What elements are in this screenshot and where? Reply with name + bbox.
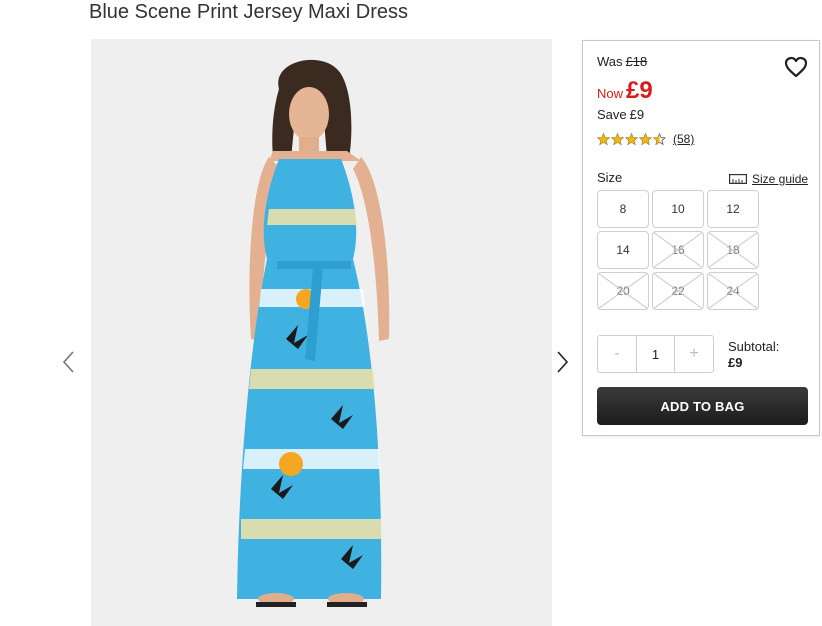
save-value: £9 (629, 107, 645, 122)
rating: (58) (597, 132, 694, 146)
product-image[interactable] (91, 39, 552, 626)
size-guide-label: Size guide (752, 172, 809, 186)
review-count-link[interactable]: (58) (673, 132, 694, 146)
model-wearing-dress-image (91, 39, 552, 626)
subtotal-label: Subtotal: (728, 339, 780, 354)
size-option-label: 20 (616, 284, 630, 298)
quantity-stepper: - + (597, 335, 714, 373)
star-icon (611, 132, 624, 145)
now-value: £9 (626, 77, 653, 104)
chevron-right-icon (557, 351, 569, 373)
now-label: Now (597, 86, 624, 101)
star-icon (597, 132, 610, 145)
size-options: 8 10 12 14 16 18 20 22 24 (597, 190, 759, 310)
star-icon (625, 132, 638, 145)
purchase-panel: Was £18 Now £9 Save £9 (58) Size Size guide… (582, 40, 820, 436)
size-option-12[interactable]: 12 (707, 190, 759, 228)
subtotal: Subtotal: £9 (728, 339, 779, 371)
subtotal-value: £9 (728, 355, 743, 370)
favourite-button[interactable] (783, 54, 809, 80)
product-title: Blue Scene Print Jersey Maxi Dress (89, 1, 409, 23)
now-price: Now £9 (597, 77, 653, 105)
size-option-label: 18 (726, 243, 740, 257)
was-label: Was (597, 54, 623, 69)
size-label: Size (597, 170, 623, 185)
was-price: Was £18 (597, 54, 647, 69)
size-option-8[interactable]: 8 (597, 190, 649, 228)
quantity-decrease-button[interactable]: - (598, 336, 636, 372)
size-option-label: 22 (671, 284, 685, 298)
heart-icon (784, 56, 808, 78)
star-icon (639, 132, 652, 145)
size-option-label: 16 (671, 243, 685, 257)
size-option-22[interactable]: 22 (652, 272, 704, 310)
add-to-bag-button[interactable]: ADD TO BAG (597, 387, 808, 425)
size-option-16[interactable]: 16 (652, 231, 704, 269)
ruler-icon (729, 174, 747, 184)
size-option-label: 14 (616, 243, 630, 257)
quantity-increase-button[interactable]: + (675, 336, 713, 372)
star-icon (653, 132, 666, 145)
prev-image-button[interactable] (59, 350, 79, 374)
chevron-left-icon (62, 351, 74, 373)
size-guide-link[interactable]: Size guide (729, 172, 808, 186)
size-option-24[interactable]: 24 (707, 272, 759, 310)
quantity-input[interactable] (636, 336, 675, 372)
size-option-18[interactable]: 18 (707, 231, 759, 269)
size-option-label: 8 (619, 202, 627, 216)
size-option-20[interactable]: 20 (597, 272, 649, 310)
size-option-10[interactable]: 10 (652, 190, 704, 228)
size-option-label: 12 (726, 202, 740, 216)
save-amount: Save £9 (597, 107, 644, 122)
size-option-14[interactable]: 14 (597, 231, 649, 269)
next-image-button[interactable] (552, 350, 572, 374)
star-rating (597, 132, 667, 146)
was-value: £18 (625, 54, 648, 69)
size-option-label: 10 (671, 202, 685, 216)
size-option-label: 24 (726, 284, 740, 298)
save-label: Save (597, 107, 627, 122)
